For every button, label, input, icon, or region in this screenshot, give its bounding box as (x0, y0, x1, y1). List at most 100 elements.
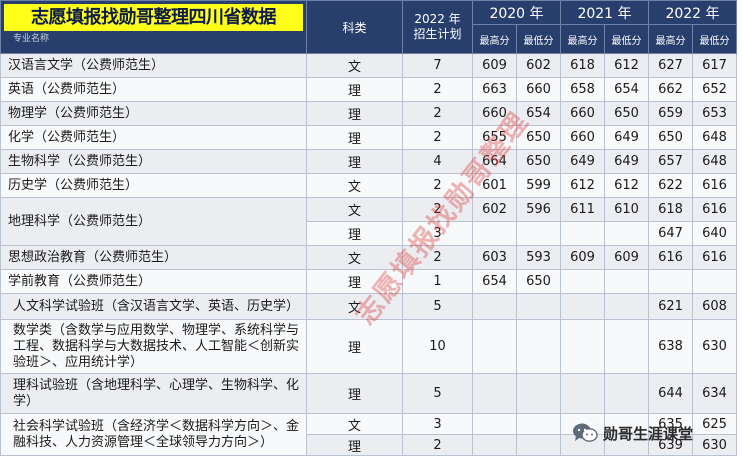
score-2020-max: 602 (472, 197, 517, 222)
subject-type: 文 (306, 245, 403, 270)
major-name: 物理学（公费师范生） (0, 101, 307, 126)
score-2020-min (516, 319, 561, 374)
subject-type: 理 (306, 149, 403, 174)
major-name: 社会科学试验班（含经济学＜数据科学方向＞、金融科技、人力资源管理＜全球领导力方向… (0, 413, 307, 456)
max-score-header-2022: 最高分 (648, 24, 693, 54)
table-row: 历史学（公费师范生） 文 2 601 599 612 612 622 616 (0, 173, 737, 198)
score-2022-min: 616 (692, 197, 737, 222)
plan-count: 2 (402, 77, 473, 102)
score-2021-min (604, 293, 649, 320)
max-score-header-2021: 最高分 (560, 24, 605, 54)
min-score-header-2022: 最低分 (692, 24, 737, 54)
table-row: 化学（公费师范生） 理 2 655 650 660 649 650 648 (0, 125, 737, 150)
table-row: 生物科学（公费师范生） 理 4 664 650 649 649 657 648 (0, 149, 737, 174)
max-score-header-2020: 最高分 (472, 24, 517, 54)
score-2022-min: 616 (692, 173, 737, 198)
subject-type: 文 (306, 413, 403, 435)
subject-type: 文 (306, 293, 403, 320)
score-2021-min: 612 (604, 53, 649, 78)
major-name: 人文科学试验班（含汉语言文学、英语、历史学） (0, 293, 307, 320)
plan-count: 2 (402, 125, 473, 150)
score-2020-max (472, 373, 517, 414)
min-score-header-2020: 最低分 (516, 24, 561, 54)
score-2021-min: 610 (604, 197, 649, 222)
major-column-label: 专业名称 (13, 34, 50, 44)
score-2020-max: 664 (472, 149, 517, 174)
score-2020-max (472, 434, 517, 456)
score-2020-max (472, 293, 517, 320)
score-2020-min: 650 (516, 269, 561, 294)
score-2022-max: 635 (648, 413, 693, 435)
type-column-header: 科类 (306, 0, 403, 54)
score-2020-min (516, 221, 561, 246)
score-2022-max: 616 (648, 245, 693, 270)
score-2022-min: 648 (692, 125, 737, 150)
score-2022-min: 616 (692, 245, 737, 270)
score-2020-max: 603 (472, 245, 517, 270)
score-2022-min: 652 (692, 77, 737, 102)
score-2022-min: 625 (692, 413, 737, 435)
score-2021-min (604, 269, 649, 294)
subject-type: 理 (306, 319, 403, 374)
table-header: 志愿填报找勋哥整理四川省数据 专业名称 科类 2022 年 招生计划 2020 … (0, 0, 737, 54)
score-2021-min: 654 (604, 77, 649, 102)
score-2022-max: 622 (648, 173, 693, 198)
plan-count: 2 (402, 245, 473, 270)
subject-type: 文 (306, 53, 403, 78)
plan-count: 2 (402, 173, 473, 198)
plan-count: 3 (402, 413, 473, 435)
score-2020-min: 602 (516, 53, 561, 78)
score-2020-min (516, 434, 561, 456)
score-table: 志愿填报找勋哥整理四川省数据 专业名称 科类 2022 年 招生计划 2020 … (0, 0, 737, 456)
min-score-header-2021: 最低分 (604, 24, 649, 54)
subject-type: 理 (306, 101, 403, 126)
year-2021-header: 2021 年 (560, 0, 649, 25)
major-name: 英语（公费师范生） (0, 77, 307, 102)
score-2021-max: 658 (560, 77, 605, 102)
plan-count: 1 (402, 269, 473, 294)
score-2022-max: 639 (648, 434, 693, 456)
score-2020-max: 601 (472, 173, 517, 198)
score-2021-min: 612 (604, 173, 649, 198)
score-2022-max: 662 (648, 77, 693, 102)
plan-header-line2: 招生计划 (413, 27, 462, 41)
score-2020-min: 660 (516, 77, 561, 102)
subject-type: 理 (306, 221, 403, 246)
score-2021-max (560, 434, 605, 456)
score-2021-min (604, 413, 649, 435)
score-2021-max (560, 413, 605, 435)
table-row: 理科试验班（含地理科学、心理学、生物科学、化学） 理 5 644 634 (0, 373, 737, 414)
score-2021-max: 660 (560, 125, 605, 150)
score-2021-max: 609 (560, 245, 605, 270)
score-2022-max: 621 (648, 293, 693, 320)
score-2022-max: 657 (648, 149, 693, 174)
score-2022-max: 638 (648, 319, 693, 374)
plan-count: 2 (402, 434, 473, 456)
score-2022-max (648, 269, 693, 294)
score-2020-min: 599 (516, 173, 561, 198)
score-2021-max: 660 (560, 101, 605, 126)
score-2022-min (692, 269, 737, 294)
table-row: 地理科学（公费师范生） 文 2 602 596 611 610 618 616 (0, 197, 737, 246)
score-2020-max: 655 (472, 125, 517, 150)
score-2022-max: 647 (648, 221, 693, 246)
subject-type: 文 (306, 173, 403, 198)
score-2022-min: 634 (692, 373, 737, 414)
score-2021-max (560, 373, 605, 414)
score-2021-min: 649 (604, 149, 649, 174)
plan-header-line1: 2022 年 (414, 12, 461, 26)
score-2020-min (516, 293, 561, 320)
score-2022-max: 659 (648, 101, 693, 126)
score-2020-min (516, 413, 561, 435)
score-2020-max: 660 (472, 101, 517, 126)
score-2020-max (472, 221, 517, 246)
major-name: 化学（公费师范生） (0, 125, 307, 150)
score-2020-min (516, 373, 561, 414)
score-2021-max: 618 (560, 53, 605, 78)
score-2022-min: 640 (692, 221, 737, 246)
score-2022-min: 630 (692, 319, 737, 374)
table-row: 英语（公费师范生） 理 2 663 660 658 654 662 652 (0, 77, 737, 102)
table-row: 物理学（公费师范生） 理 2 660 654 660 650 659 653 (0, 101, 737, 126)
title-banner: 志愿填报找勋哥整理四川省数据 (4, 4, 303, 31)
major-name: 思想政治教育（公费师范生） (0, 245, 307, 270)
